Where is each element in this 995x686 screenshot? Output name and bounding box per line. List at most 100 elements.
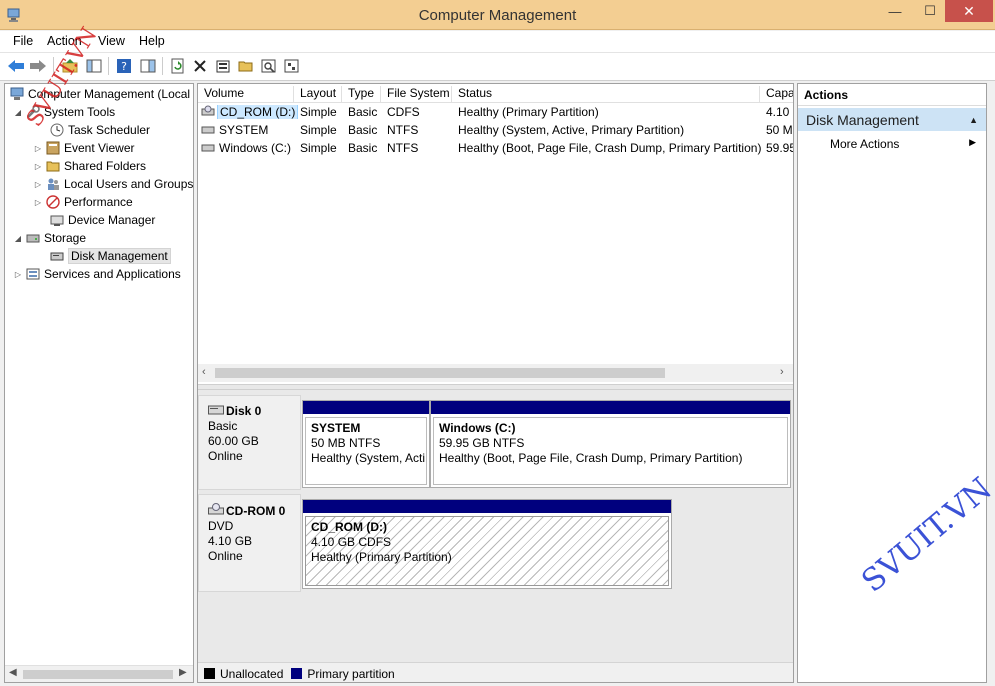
back-icon[interactable] [6, 56, 26, 76]
menu-bar: File Action View Help [0, 31, 995, 53]
tree-label: Storage [44, 231, 87, 245]
console-tree: Computer Management (Local ◢ System Tool… [4, 83, 194, 683]
tree-item-disk-management[interactable]: Disk Management [47, 247, 171, 265]
partition-cd-rom[interactable]: CD_ROM (D:) 4.10 GB CDFS Healthy (Primar… [302, 499, 672, 589]
volume-layout: Simple [300, 141, 337, 155]
actions-section-disk-management[interactable]: Disk Management ▲ [798, 108, 986, 131]
search-icon[interactable] [259, 56, 279, 76]
volume-row[interactable]: SYSTEM Simple Basic NTFS Healthy (System… [198, 121, 793, 139]
drive-icon [201, 123, 215, 138]
properties-icon[interactable] [213, 56, 233, 76]
scroll-thumb[interactable] [215, 368, 665, 378]
tree-item-performance[interactable]: ▷ Performance [33, 193, 133, 211]
volume-row[interactable]: Windows (C:) Simple Basic NTFS Healthy (… [198, 139, 794, 157]
partition-status: Healthy (Boot, Page File, Crash Dump, Pr… [439, 451, 743, 465]
collapsed-arrow-icon[interactable]: ▷ [13, 270, 23, 279]
partition-size: 4.10 GB CDFS [311, 535, 392, 549]
disk-info[interactable]: Disk 0 Basic 60.00 GB Online [198, 395, 301, 490]
column-layout[interactable]: Layout [294, 86, 342, 102]
toolbar-separator [162, 57, 163, 75]
collapsed-arrow-icon[interactable]: ▷ [33, 162, 43, 171]
toolbar: ? [0, 53, 995, 81]
column-type[interactable]: Type [342, 86, 381, 102]
tree-item-task-scheduler[interactable]: Task Scheduler [47, 121, 150, 139]
delete-icon[interactable] [190, 56, 210, 76]
expanded-arrow-icon[interactable]: ◢ [13, 108, 23, 117]
partition-name: CD_ROM (D:) [311, 520, 387, 534]
more-actions-item[interactable]: More Actions [830, 137, 899, 151]
volume-list-scrollbar[interactable]: ‹ › [198, 364, 793, 382]
toolbar-separator [108, 57, 109, 75]
menu-action[interactable]: Action [47, 34, 82, 48]
help-icon[interactable]: ? [114, 56, 134, 76]
disk-info[interactable]: CD-ROM 0 DVD 4.10 GB Online [198, 494, 301, 592]
window-title: Computer Management [418, 7, 577, 24]
forward-icon[interactable] [28, 56, 48, 76]
maximize-button[interactable]: ☐ [915, 0, 945, 22]
volume-fs: CDFS [387, 105, 420, 119]
tree-item-system-tools[interactable]: ◢ System Tools [13, 103, 115, 121]
volume-name: CD_ROM (D:) [217, 105, 299, 119]
tree-item-shared-folders[interactable]: ▷ Shared Folders [33, 157, 146, 175]
volume-status: Healthy (Boot, Page File, Crash Dump, Pr… [458, 141, 762, 155]
volume-layout: Simple [300, 123, 337, 137]
refresh-icon[interactable] [168, 56, 188, 76]
scroll-thumb[interactable] [23, 670, 173, 679]
tree-item-computer-management[interactable]: Computer Management (Local [7, 85, 190, 103]
disk-state: Online [208, 449, 243, 463]
expanded-arrow-icon[interactable]: ◢ [13, 234, 23, 243]
collapsed-arrow-icon[interactable]: ▷ [33, 180, 43, 189]
disk-kind: Basic [208, 419, 238, 433]
column-status[interactable]: Status [452, 86, 760, 102]
storage-icon [25, 230, 41, 246]
partition-windows[interactable]: Windows (C:) 59.95 GB NTFS Healthy (Boot… [430, 400, 791, 488]
column-capacity[interactable]: Capa [760, 86, 793, 102]
show-hide-icon[interactable] [138, 56, 158, 76]
tree-horizontal-scrollbar[interactable]: ◀ ▶ [5, 665, 193, 682]
scroll-left-icon[interactable]: ‹ [202, 366, 206, 378]
column-volume[interactable]: Volume [198, 86, 294, 102]
collapse-arrow-icon[interactable]: ▲ [969, 115, 978, 125]
column-file-system[interactable]: File System [381, 86, 452, 102]
console-tree-icon[interactable] [84, 56, 104, 76]
minimize-button[interactable]: — [880, 0, 910, 22]
settings-icon[interactable] [282, 56, 302, 76]
primary-swatch [291, 668, 303, 679]
submenu-arrow-icon[interactable]: ▶ [969, 137, 976, 148]
menu-help[interactable]: Help [139, 34, 165, 48]
menu-view[interactable]: View [98, 34, 125, 48]
close-button[interactable]: ✕ [945, 0, 993, 22]
volume-row[interactable]: CD_ROM (D:) Simple Basic CDFS Healthy (P… [198, 103, 793, 121]
menu-file[interactable]: File [13, 34, 33, 48]
volume-capacity: 59.95 [766, 141, 794, 155]
volume-name: Windows (C:) [219, 141, 292, 155]
volume-name: SYSTEM [219, 123, 269, 137]
collapsed-arrow-icon[interactable]: ▷ [33, 144, 43, 153]
scroll-right-icon[interactable]: › [780, 366, 784, 378]
tree-item-local-users[interactable]: ▷ Local Users and Groups [33, 175, 193, 193]
shared-folder-icon [45, 158, 61, 174]
volume-type: Basic [348, 123, 378, 137]
tree-label: Event Viewer [64, 141, 135, 155]
scroll-left-icon[interactable]: ◀ [9, 667, 17, 678]
disk-management-pane: Volume Layout Type File System Status Ca… [197, 83, 794, 683]
tree-item-event-viewer[interactable]: ▷ Event Viewer [33, 139, 135, 157]
up-folder-icon[interactable] [60, 56, 80, 76]
open-icon[interactable] [236, 56, 256, 76]
volume-type: Basic [348, 105, 378, 119]
partition-legend: Unallocated Primary partition [198, 662, 793, 682]
primary-partition-bar [431, 401, 790, 414]
toolbar-separator [53, 57, 54, 75]
disk-management-icon [49, 248, 65, 264]
tree-label: Task Scheduler [68, 123, 151, 137]
disk-name: Disk 0 [226, 404, 262, 418]
tree-item-device-manager[interactable]: Device Manager [47, 211, 155, 229]
volume-layout: Simple [300, 105, 337, 119]
scroll-right-icon[interactable]: ▶ [179, 667, 187, 678]
partition-size: 50 MB NTFS [311, 436, 381, 450]
collapsed-arrow-icon[interactable]: ▷ [33, 198, 43, 207]
partition-system[interactable]: SYSTEM 50 MB NTFS Healthy (System, Acti [302, 400, 430, 488]
tree-item-storage[interactable]: ◢ Storage [13, 229, 86, 247]
clock-icon [49, 122, 65, 138]
tree-item-services-applications[interactable]: ▷ Services and Applications [13, 265, 181, 283]
